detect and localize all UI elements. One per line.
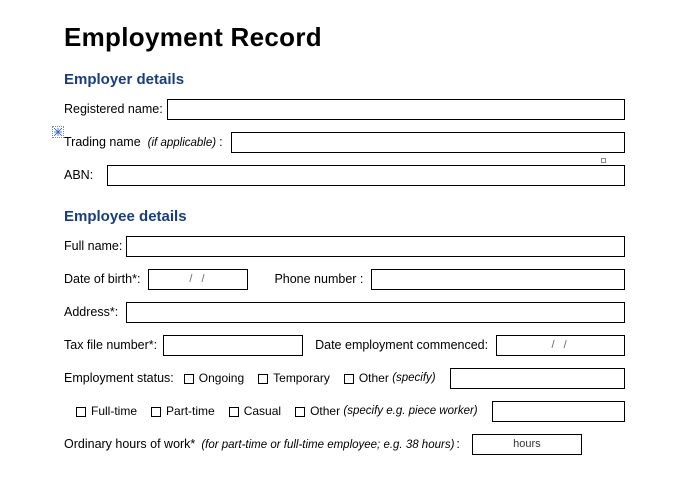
full-name-input[interactable] (126, 236, 625, 257)
registered-name-input[interactable] (167, 99, 625, 120)
type-other-input[interactable] (492, 401, 625, 422)
hours-input[interactable]: hours (472, 434, 582, 455)
type-option-other[interactable]: Other (specify e.g. piece worker) (295, 404, 478, 418)
registered-name-label: Registered name: (64, 102, 163, 116)
status-other-input[interactable] (450, 368, 625, 389)
status-label: Employment status: (64, 371, 174, 385)
resize-handle-icon (601, 158, 606, 163)
trading-name-input[interactable] (231, 132, 625, 153)
trading-name-label: Trading name (if applicable) : (64, 135, 227, 149)
hours-unit-label: hours (513, 438, 541, 450)
page-title: Employment Record (64, 22, 625, 53)
abn-label: ABN: (64, 168, 93, 182)
type-option-casual[interactable]: Casual (229, 404, 281, 418)
employer-section-heading: Employer details (64, 71, 625, 88)
commenced-label: Date employment commenced: (315, 338, 488, 352)
dob-label: Date of birth*: (64, 272, 140, 286)
table-anchor-icon (52, 126, 64, 138)
phone-input[interactable] (371, 269, 625, 290)
tfn-input[interactable] (163, 335, 303, 356)
status-option-ongoing[interactable]: Ongoing (184, 371, 244, 385)
abn-input[interactable] (107, 165, 625, 186)
status-option-temporary[interactable]: Temporary (258, 371, 330, 385)
checkbox-icon (344, 374, 354, 384)
dob-input[interactable]: / / (148, 269, 248, 290)
full-name-label: Full name: (64, 239, 122, 253)
address-input[interactable] (126, 302, 625, 323)
type-option-fulltime[interactable]: Full-time (76, 404, 137, 418)
hours-label: Ordinary hours of work* (for part-time o… (64, 437, 464, 451)
address-label: Address*: (64, 305, 118, 319)
checkbox-icon (295, 407, 305, 417)
checkbox-icon (76, 407, 86, 417)
checkbox-icon (258, 374, 268, 384)
tfn-label: Tax file number*: (64, 338, 157, 352)
commenced-input[interactable]: / / (496, 335, 625, 356)
employee-section-heading: Employee details (64, 208, 625, 225)
checkbox-icon (151, 407, 161, 417)
checkbox-icon (229, 407, 239, 417)
status-option-other[interactable]: Other (specify) (344, 371, 436, 385)
phone-label: Phone number : (274, 272, 363, 286)
checkbox-icon (184, 374, 194, 384)
type-option-parttime[interactable]: Part-time (151, 404, 215, 418)
